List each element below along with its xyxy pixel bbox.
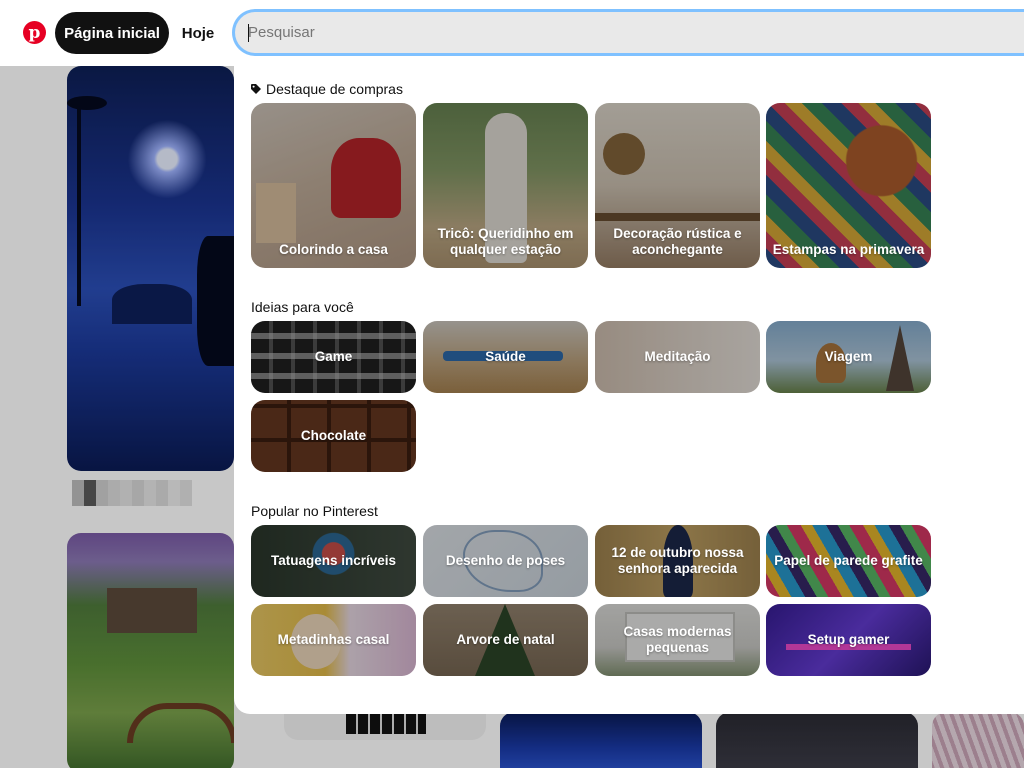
suggestion-card-meditacao[interactable]: Meditação xyxy=(595,321,760,393)
card-label: Tricô: Queridinho em qualquer estação xyxy=(437,226,574,257)
card-label: Casas modernas pequenas xyxy=(623,624,732,655)
card-label: Chocolate xyxy=(300,428,367,443)
today-tab[interactable]: Hoje xyxy=(176,12,220,54)
card-label: Setup gamer xyxy=(807,632,890,647)
search-input[interactable] xyxy=(248,12,948,53)
suggestion-card-colorindo-a-casa[interactable]: Colorindo a casa xyxy=(251,103,416,268)
text-caret xyxy=(248,24,249,42)
suggestion-card-desenho-de-poses[interactable]: Desenho de poses xyxy=(423,525,588,597)
suggestion-card-metadinhas-casal[interactable]: Metadinhas casal xyxy=(251,604,416,676)
home-tab[interactable]: Página inicial xyxy=(55,12,169,54)
card-label: Tatuagens incríveis xyxy=(270,553,397,568)
suggestion-card-nossa-senhora[interactable]: 12 de outubro nossa senhora aparecida xyxy=(595,525,760,597)
card-label: Desenho de poses xyxy=(445,553,566,568)
section-title-text: Ideias para você xyxy=(251,299,354,315)
ideas-section-title: Ideias para você xyxy=(251,299,354,315)
suggestion-card-estampas[interactable]: Estampas na primavera xyxy=(766,103,931,268)
top-navigation-bar: p Página inicial Hoje xyxy=(0,0,1024,66)
card-label: Decoração rústica e aconchegante xyxy=(613,226,742,257)
tag-icon xyxy=(251,84,261,94)
shopping-section-title: Destaque de compras xyxy=(251,81,403,97)
search-suggestions-panel: Destaque de compras Colorindo a casa Tri… xyxy=(234,66,1024,714)
card-label: Viagem xyxy=(824,349,873,364)
card-label: Arvore de natal xyxy=(456,632,555,647)
suggestion-card-setup-gamer[interactable]: Setup gamer xyxy=(766,604,931,676)
logo-letter: p xyxy=(28,22,41,43)
suggestion-card-game[interactable]: Game xyxy=(251,321,416,393)
pinterest-logo-icon[interactable]: p xyxy=(23,21,46,44)
suggestion-card-papel-de-parede-grafite[interactable]: Papel de parede grafite xyxy=(766,525,931,597)
suggestion-card-chocolate[interactable]: Chocolate xyxy=(251,400,416,472)
suggestion-card-tatuagens[interactable]: Tatuagens incríveis xyxy=(251,525,416,597)
section-title-text: Popular no Pinterest xyxy=(251,503,378,519)
card-label: Meditação xyxy=(644,349,711,364)
popular-section-title: Popular no Pinterest xyxy=(251,503,378,519)
card-label: 12 de outubro nossa senhora aparecida xyxy=(611,545,744,576)
suggestion-card-trico[interactable]: Tricô: Queridinho em qualquer estação xyxy=(423,103,588,268)
search-bar[interactable] xyxy=(232,9,1024,56)
suggestion-card-decoracao-rustica[interactable]: Decoração rústica e aconchegante xyxy=(595,103,760,268)
card-label: Colorindo a casa xyxy=(279,242,388,257)
section-title-text: Destaque de compras xyxy=(266,81,403,97)
card-label: Papel de parede grafite xyxy=(774,553,923,568)
suggestion-card-arvore-de-natal[interactable]: Arvore de natal xyxy=(423,604,588,676)
card-label: Metadinhas casal xyxy=(277,632,390,647)
card-label: Game xyxy=(314,349,353,364)
card-label: Saúde xyxy=(485,349,526,364)
suggestion-card-saude[interactable]: Saúde xyxy=(423,321,588,393)
suggestion-card-casas-modernas[interactable]: Casas modernas pequenas xyxy=(595,604,760,676)
card-label: Estampas na primavera xyxy=(772,242,925,257)
suggestion-card-viagem[interactable]: Viagem xyxy=(766,321,931,393)
